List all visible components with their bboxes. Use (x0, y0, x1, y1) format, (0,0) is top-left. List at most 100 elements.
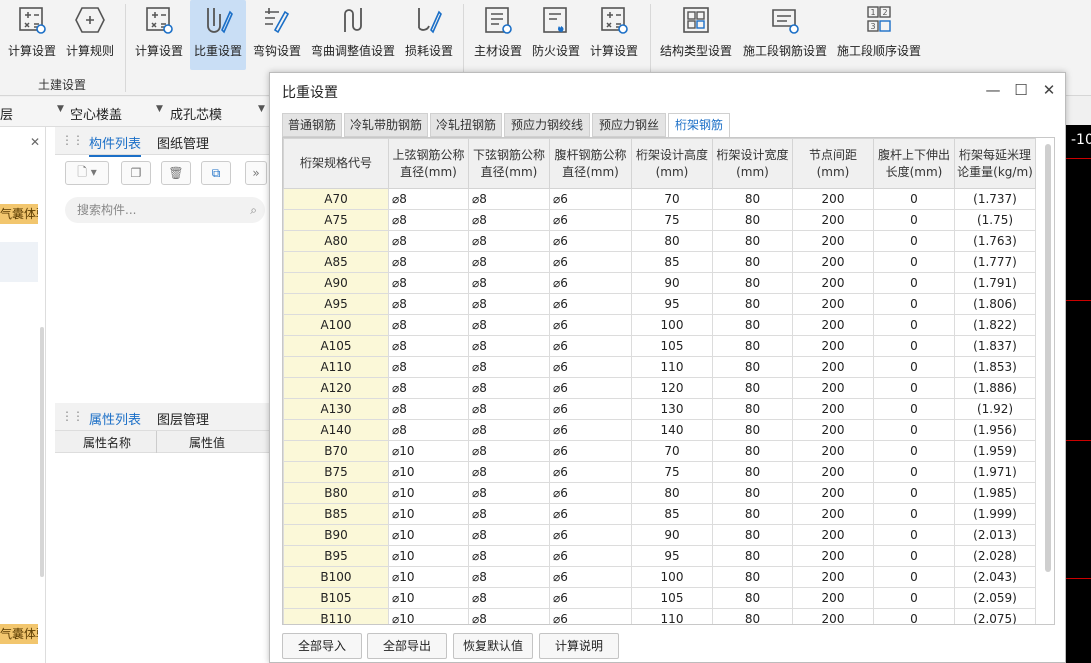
table-cell[interactable]: 80 (712, 188, 793, 210)
table-cell[interactable]: ⌀6 (549, 566, 632, 588)
table-cell[interactable]: ⌀6 (549, 272, 632, 294)
table-cell[interactable]: 80 (712, 251, 793, 273)
table-cell[interactable]: 105 (631, 587, 713, 609)
table-cell[interactable]: 200 (792, 566, 874, 588)
table-cell[interactable]: 0 (873, 230, 955, 252)
table-cell[interactable]: A130 (283, 398, 389, 420)
table-cell[interactable]: ⌀8 (468, 209, 550, 231)
table-cell[interactable]: ⌀8 (468, 335, 550, 357)
table-cell[interactable]: A70 (283, 188, 389, 210)
table-cell[interactable]: ⌀6 (549, 356, 632, 378)
table-cell[interactable]: 200 (792, 209, 874, 231)
tab-truss-rebar[interactable]: 桁架钢筋 (668, 113, 730, 138)
table-cell[interactable]: ⌀6 (549, 314, 632, 336)
table-cell[interactable]: 200 (792, 545, 874, 567)
table-cell[interactable]: ⌀6 (549, 440, 632, 462)
table-row[interactable]: A140 ⌀8 ⌀8 ⌀6 140 80 200 0 (1.956) (283, 419, 1036, 441)
table-cell[interactable]: 80 (712, 503, 793, 525)
table-cell[interactable]: B100 (283, 566, 389, 588)
table-cell[interactable]: ⌀10 (388, 503, 469, 525)
table-cell[interactable]: ⌀6 (549, 545, 632, 567)
table-cell[interactable]: (1.886) (954, 377, 1036, 399)
table-cell[interactable]: ⌀6 (549, 419, 632, 441)
drawing-canvas[interactable] (1066, 125, 1091, 663)
table-cell[interactable]: ⌀6 (549, 209, 632, 231)
table-cell[interactable]: 0 (873, 419, 955, 441)
table-cell[interactable]: 85 (631, 503, 713, 525)
table-cell[interactable]: 80 (712, 545, 793, 567)
table-cell[interactable]: (2.075) (954, 608, 1036, 624)
table-cell[interactable]: 0 (873, 398, 955, 420)
table-cell[interactable]: A75 (283, 209, 389, 231)
table-cell[interactable]: ⌀8 (388, 272, 469, 294)
table-cell[interactable]: 0 (873, 461, 955, 483)
copy-component-button[interactable]: ❐ (121, 161, 151, 185)
table-row[interactable]: A105 ⌀8 ⌀8 ⌀6 105 80 200 0 (1.837) (283, 335, 1036, 357)
table-row[interactable]: A110 ⌀8 ⌀8 ⌀6 110 80 200 0 (1.853) (283, 356, 1036, 378)
table-row[interactable]: A80 ⌀8 ⌀8 ⌀6 80 80 200 0 (1.763) (283, 230, 1036, 252)
table-cell[interactable]: ⌀8 (388, 251, 469, 273)
table-cell[interactable]: A110 (283, 356, 389, 378)
ribbon-btn-calc-settings-2[interactable]: 计算设置 (132, 0, 186, 70)
tab-property-list[interactable]: 属性列表 (89, 409, 142, 433)
table-row[interactable]: B70 ⌀10 ⌀8 ⌀6 70 80 200 0 (1.959) (283, 440, 1036, 462)
table-cell[interactable]: 0 (873, 188, 955, 210)
ribbon-btn-segment-order[interactable]: 123 施工段顺序设置 (834, 0, 924, 70)
table-cell[interactable]: (1.853) (954, 356, 1036, 378)
table-cell[interactable]: ⌀8 (468, 608, 550, 624)
ribbon-btn-calc-rules[interactable]: 计算规则 (62, 0, 118, 70)
table-cell[interactable]: ⌀6 (549, 377, 632, 399)
table-cell[interactable]: 200 (792, 461, 874, 483)
tab-cold-rolled-ribbed[interactable]: 冷轧带肋钢筋 (344, 113, 428, 137)
table-cell[interactable]: 70 (631, 188, 713, 210)
close-icon[interactable]: ✕ (1038, 79, 1060, 101)
table-cell[interactable]: 80 (712, 524, 793, 546)
table-cell[interactable]: ⌀6 (549, 587, 632, 609)
table-cell[interactable]: (1.959) (954, 440, 1036, 462)
maximize-icon[interactable]: ☐ (1010, 79, 1032, 101)
table-cell[interactable]: ⌀10 (388, 587, 469, 609)
table-cell[interactable]: ⌀8 (468, 461, 550, 483)
table-cell[interactable]: 80 (712, 566, 793, 588)
table-cell[interactable]: 105 (631, 335, 713, 357)
table-cell[interactable]: ⌀6 (549, 398, 632, 420)
table-cell[interactable]: 140 (631, 419, 713, 441)
table-cell[interactable]: 200 (792, 230, 874, 252)
table-cell[interactable]: 200 (792, 356, 874, 378)
table-row[interactable]: B75 ⌀10 ⌀8 ⌀6 75 80 200 0 (1.971) (283, 461, 1036, 483)
promo-badge[interactable]: 气囊体验 (0, 204, 38, 224)
table-cell[interactable]: 80 (712, 419, 793, 441)
more-tools-button[interactable]: » (245, 161, 267, 185)
table-cell[interactable]: (1.837) (954, 335, 1036, 357)
drag-handle-icon[interactable]: ⋮⋮ (61, 409, 84, 423)
table-row[interactable]: A95 ⌀8 ⌀8 ⌀6 95 80 200 0 (1.806) (283, 293, 1036, 315)
table-cell[interactable]: 80 (631, 482, 713, 504)
chevron-down-icon[interactable]: ▼ (57, 104, 64, 114)
table-cell[interactable]: ⌀8 (468, 314, 550, 336)
table-cell[interactable]: ⌀6 (549, 503, 632, 525)
tab-prestressed-wire[interactable]: 预应力钢丝 (592, 113, 666, 137)
table-cell[interactable]: 200 (792, 251, 874, 273)
tab-ordinary-rebar[interactable]: 普通钢筋 (282, 113, 342, 137)
table-cell[interactable]: 80 (712, 608, 793, 624)
table-cell[interactable]: (1.822) (954, 314, 1036, 336)
table-cell[interactable]: ⌀6 (549, 461, 632, 483)
table-cell[interactable]: 200 (792, 587, 874, 609)
table-cell[interactable]: A85 (283, 251, 389, 273)
table-cell[interactable]: 0 (873, 314, 955, 336)
table-cell[interactable]: (1.806) (954, 293, 1036, 315)
table-cell[interactable]: (1.777) (954, 251, 1036, 273)
ribbon-btn-calc-settings-1[interactable]: 计算设置 (6, 0, 58, 70)
table-cell[interactable]: ⌀8 (468, 524, 550, 546)
table-cell[interactable]: ⌀10 (388, 524, 469, 546)
table-cell[interactable]: ⌀10 (388, 608, 469, 624)
table-cell[interactable]: ⌀6 (549, 230, 632, 252)
table-cell[interactable]: 80 (712, 335, 793, 357)
table-cell[interactable]: ⌀8 (468, 398, 550, 420)
table-cell[interactable]: ⌀8 (468, 230, 550, 252)
table-cell[interactable]: 80 (712, 377, 793, 399)
table-cell[interactable]: 200 (792, 482, 874, 504)
table-cell[interactable]: B70 (283, 440, 389, 462)
table-cell[interactable]: B75 (283, 461, 389, 483)
table-cell[interactable]: A80 (283, 230, 389, 252)
